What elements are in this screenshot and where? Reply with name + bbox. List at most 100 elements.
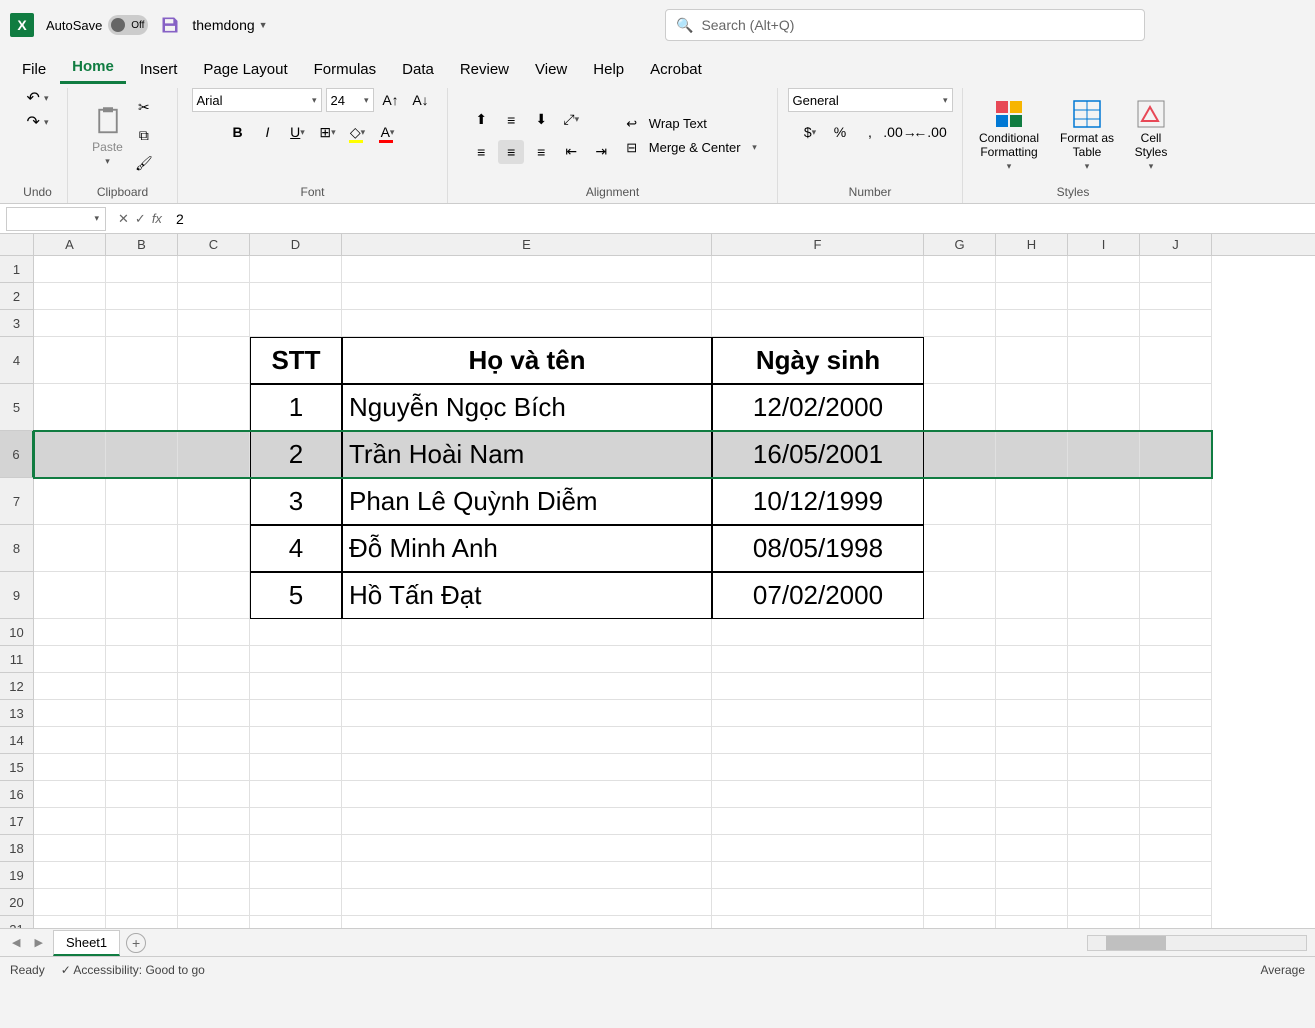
cell[interactable]: 5 <box>250 572 342 619</box>
cell[interactable] <box>34 835 106 862</box>
cell[interactable] <box>342 283 712 310</box>
cell[interactable] <box>34 384 106 431</box>
spreadsheet-grid[interactable]: ABCDEFGHIJ 12345678910111213141516171819… <box>0 234 1315 928</box>
cell[interactable] <box>996 916 1068 928</box>
cell[interactable] <box>996 727 1068 754</box>
column-header[interactable]: J <box>1140 234 1212 255</box>
cell[interactable] <box>106 754 178 781</box>
column-header[interactable]: H <box>996 234 1068 255</box>
italic-button[interactable]: I <box>255 120 281 144</box>
cell[interactable] <box>712 808 924 835</box>
cell[interactable] <box>996 572 1068 619</box>
tab-view[interactable]: View <box>523 55 579 84</box>
cell[interactable] <box>106 283 178 310</box>
cell[interactable] <box>178 889 250 916</box>
row-header[interactable]: 1 <box>0 256 34 283</box>
font-name-select[interactable]: Arial▾ <box>192 88 322 112</box>
cell[interactable] <box>924 754 996 781</box>
cell[interactable] <box>1140 525 1212 572</box>
cell[interactable] <box>178 646 250 673</box>
cell[interactable] <box>106 256 178 283</box>
cell[interactable] <box>1140 727 1212 754</box>
cell[interactable] <box>342 673 712 700</box>
cell[interactable] <box>34 337 106 384</box>
cell[interactable] <box>34 727 106 754</box>
cell[interactable] <box>342 754 712 781</box>
cell[interactable] <box>924 916 996 928</box>
cell[interactable] <box>178 572 250 619</box>
cell[interactable] <box>1140 478 1212 525</box>
cell[interactable]: 16/05/2001 <box>712 431 924 478</box>
cell[interactable] <box>250 835 342 862</box>
sheet-tab[interactable]: Sheet1 <box>53 930 120 956</box>
cell[interactable] <box>106 727 178 754</box>
cell[interactable] <box>924 835 996 862</box>
align-bottom-icon[interactable]: ⬇ <box>528 108 554 132</box>
tab-file[interactable]: File <box>10 55 58 84</box>
cell[interactable] <box>924 808 996 835</box>
increase-indent-icon[interactable]: ⇥ <box>588 140 614 164</box>
cell[interactable] <box>1140 431 1212 478</box>
cell[interactable]: Đỗ Minh Anh <box>342 525 712 572</box>
column-header[interactable]: C <box>178 234 250 255</box>
border-button[interactable]: ⊞▾ <box>315 120 341 144</box>
cell[interactable] <box>924 283 996 310</box>
cell[interactable] <box>178 754 250 781</box>
orientation-icon[interactable]: ⤢▾ <box>558 108 584 132</box>
cell[interactable] <box>34 572 106 619</box>
cell[interactable] <box>34 283 106 310</box>
cell[interactable] <box>178 727 250 754</box>
cell[interactable] <box>996 384 1068 431</box>
cell[interactable]: STT <box>250 337 342 384</box>
cell[interactable] <box>712 310 924 337</box>
column-header[interactable]: F <box>712 234 924 255</box>
cell[interactable] <box>1068 525 1140 572</box>
fx-icon[interactable]: fx <box>152 211 162 226</box>
cell[interactable] <box>1140 256 1212 283</box>
cell[interactable] <box>996 310 1068 337</box>
cell[interactable] <box>1068 646 1140 673</box>
row-header[interactable]: 9 <box>0 572 34 619</box>
cell[interactable] <box>250 256 342 283</box>
cell[interactable] <box>924 862 996 889</box>
cell[interactable] <box>924 781 996 808</box>
cell[interactable]: 2 <box>250 431 342 478</box>
cell[interactable] <box>250 889 342 916</box>
cell[interactable]: 08/05/1998 <box>712 525 924 572</box>
cell[interactable] <box>1140 700 1212 727</box>
align-top-icon[interactable]: ⬆ <box>468 108 494 132</box>
cell[interactable] <box>1140 889 1212 916</box>
cell[interactable] <box>924 889 996 916</box>
cell[interactable] <box>106 781 178 808</box>
cell[interactable] <box>34 478 106 525</box>
cell[interactable] <box>996 619 1068 646</box>
cell[interactable] <box>924 310 996 337</box>
cell[interactable] <box>106 431 178 478</box>
bold-button[interactable]: B <box>225 120 251 144</box>
cell[interactable] <box>178 619 250 646</box>
align-right-icon[interactable]: ≡ <box>528 140 554 164</box>
cell[interactable] <box>1068 337 1140 384</box>
cell[interactable] <box>996 808 1068 835</box>
cell[interactable]: 4 <box>250 525 342 572</box>
cell[interactable] <box>250 646 342 673</box>
cell[interactable] <box>178 478 250 525</box>
cell[interactable]: Phan Lê Quỳnh Diễm <box>342 478 712 525</box>
row-header[interactable]: 17 <box>0 808 34 835</box>
cell[interactable] <box>106 700 178 727</box>
column-header[interactable]: B <box>106 234 178 255</box>
cell[interactable]: Trần Hoài Nam <box>342 431 712 478</box>
cell[interactable] <box>106 310 178 337</box>
cell[interactable] <box>1068 808 1140 835</box>
format-painter-icon[interactable]: 🖌 <box>131 152 157 176</box>
cell[interactable] <box>34 916 106 928</box>
cell[interactable] <box>34 619 106 646</box>
row-header[interactable]: 14 <box>0 727 34 754</box>
tab-formulas[interactable]: Formulas <box>302 55 389 84</box>
cell[interactable] <box>712 673 924 700</box>
cell[interactable] <box>342 889 712 916</box>
cell[interactable] <box>1140 337 1212 384</box>
cell[interactable] <box>1068 862 1140 889</box>
cell[interactable] <box>106 889 178 916</box>
cell[interactable] <box>996 337 1068 384</box>
